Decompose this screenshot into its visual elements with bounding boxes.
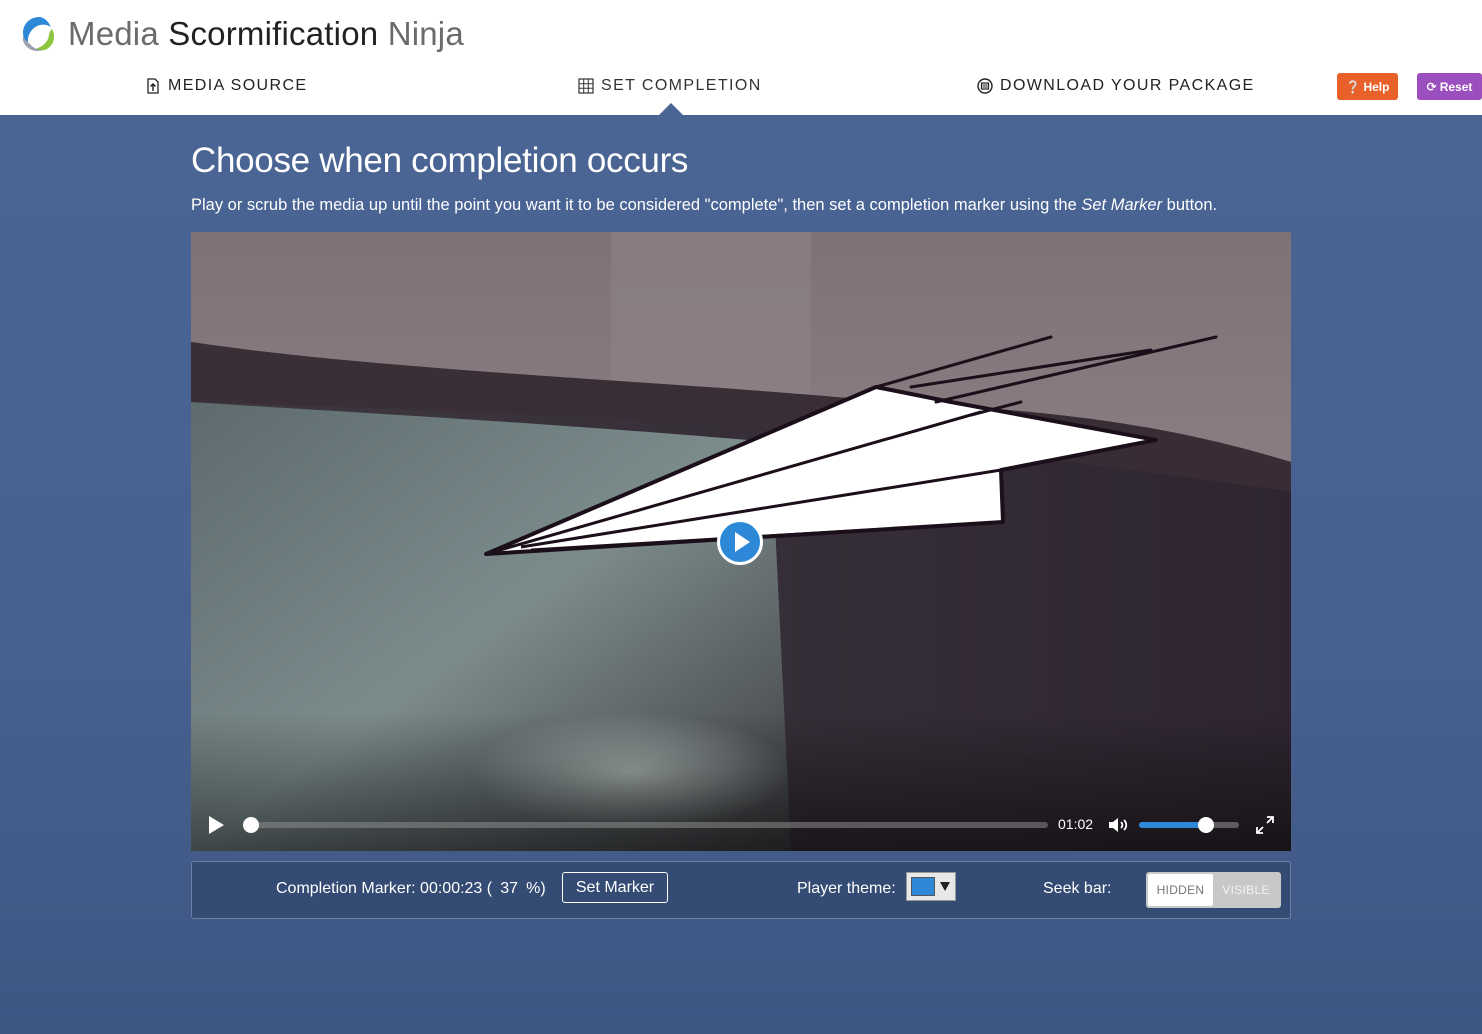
volume-handle[interactable] (1198, 817, 1214, 833)
nav-media-source-label: MEDIA SOURCE (168, 77, 308, 94)
video-player[interactable]: 01:02 (191, 232, 1291, 851)
nav-download-package[interactable]: DOWNLOAD YOUR PACKAGE (977, 75, 1255, 97)
main-panel: Choose when completion occurs Play or sc… (0, 115, 1482, 1034)
completion-percent: 37 (500, 880, 518, 897)
seek-bar[interactable] (246, 822, 1048, 828)
player-theme-label: Player theme: (797, 880, 896, 897)
options-bar: Completion Marker: 00:00:23 (37%) Set Ma… (191, 861, 1291, 919)
question-circle-icon: ❔ (1345, 79, 1361, 94)
file-upload-icon (147, 78, 159, 94)
instructions-text: Play or scrub the media up until the poi… (191, 196, 1218, 214)
logo-icon (22, 17, 55, 51)
help-button-label: Help (1363, 79, 1390, 94)
nav-media-source[interactable]: MEDIA SOURCE (145, 75, 308, 97)
volume-level (1139, 822, 1206, 828)
player-theme-picker[interactable] (906, 872, 956, 901)
page-title: Choose when completion occurs (191, 141, 689, 180)
volume-icon[interactable] (1108, 816, 1130, 834)
app-title: Media Scormification Ninja (68, 15, 464, 52)
app-header: Media Scormification Ninja MEDIA SOURCE … (0, 0, 1482, 115)
app-logo[interactable]: Media Scormification Ninja (18, 12, 464, 56)
nav-set-completion[interactable]: SET COMPLETION (578, 75, 762, 97)
play-button[interactable] (209, 816, 224, 834)
seek-handle[interactable] (243, 817, 259, 833)
nav-set-completion-label: SET COMPLETION (601, 77, 762, 94)
completion-marker-text: Completion Marker: 00:00:23 (37%) (276, 880, 546, 897)
seek-bar-visible-option[interactable]: VISIBLE (1213, 874, 1279, 906)
time-display: 01:02 (1058, 816, 1094, 832)
download-disc-icon (977, 78, 993, 94)
volume-slider[interactable] (1139, 822, 1239, 828)
set-marker-button[interactable]: Set Marker (562, 872, 668, 903)
set-marker-emphasis: Set Marker (1081, 196, 1163, 214)
refresh-icon: ⟳ (1426, 79, 1437, 94)
seek-bar-hidden-option[interactable]: HIDDEN (1148, 874, 1213, 906)
seek-bar-toggle[interactable]: HIDDEN VISIBLE (1146, 872, 1281, 908)
nav-download-package-label: DOWNLOAD YOUR PACKAGE (1000, 77, 1255, 94)
help-button[interactable]: ❔ Help (1337, 73, 1398, 100)
seek-bar-label: Seek bar: (1043, 880, 1112, 897)
grid-icon (578, 78, 594, 94)
big-play-button[interactable] (717, 519, 763, 565)
reset-button-label: Reset (1439, 79, 1473, 94)
caret-down-icon (940, 882, 950, 891)
theme-color-swatch (911, 877, 935, 896)
active-tab-indicator (659, 103, 683, 115)
fullscreen-icon[interactable] (1256, 816, 1274, 834)
reset-button[interactable]: ⟳ Reset (1417, 73, 1482, 100)
